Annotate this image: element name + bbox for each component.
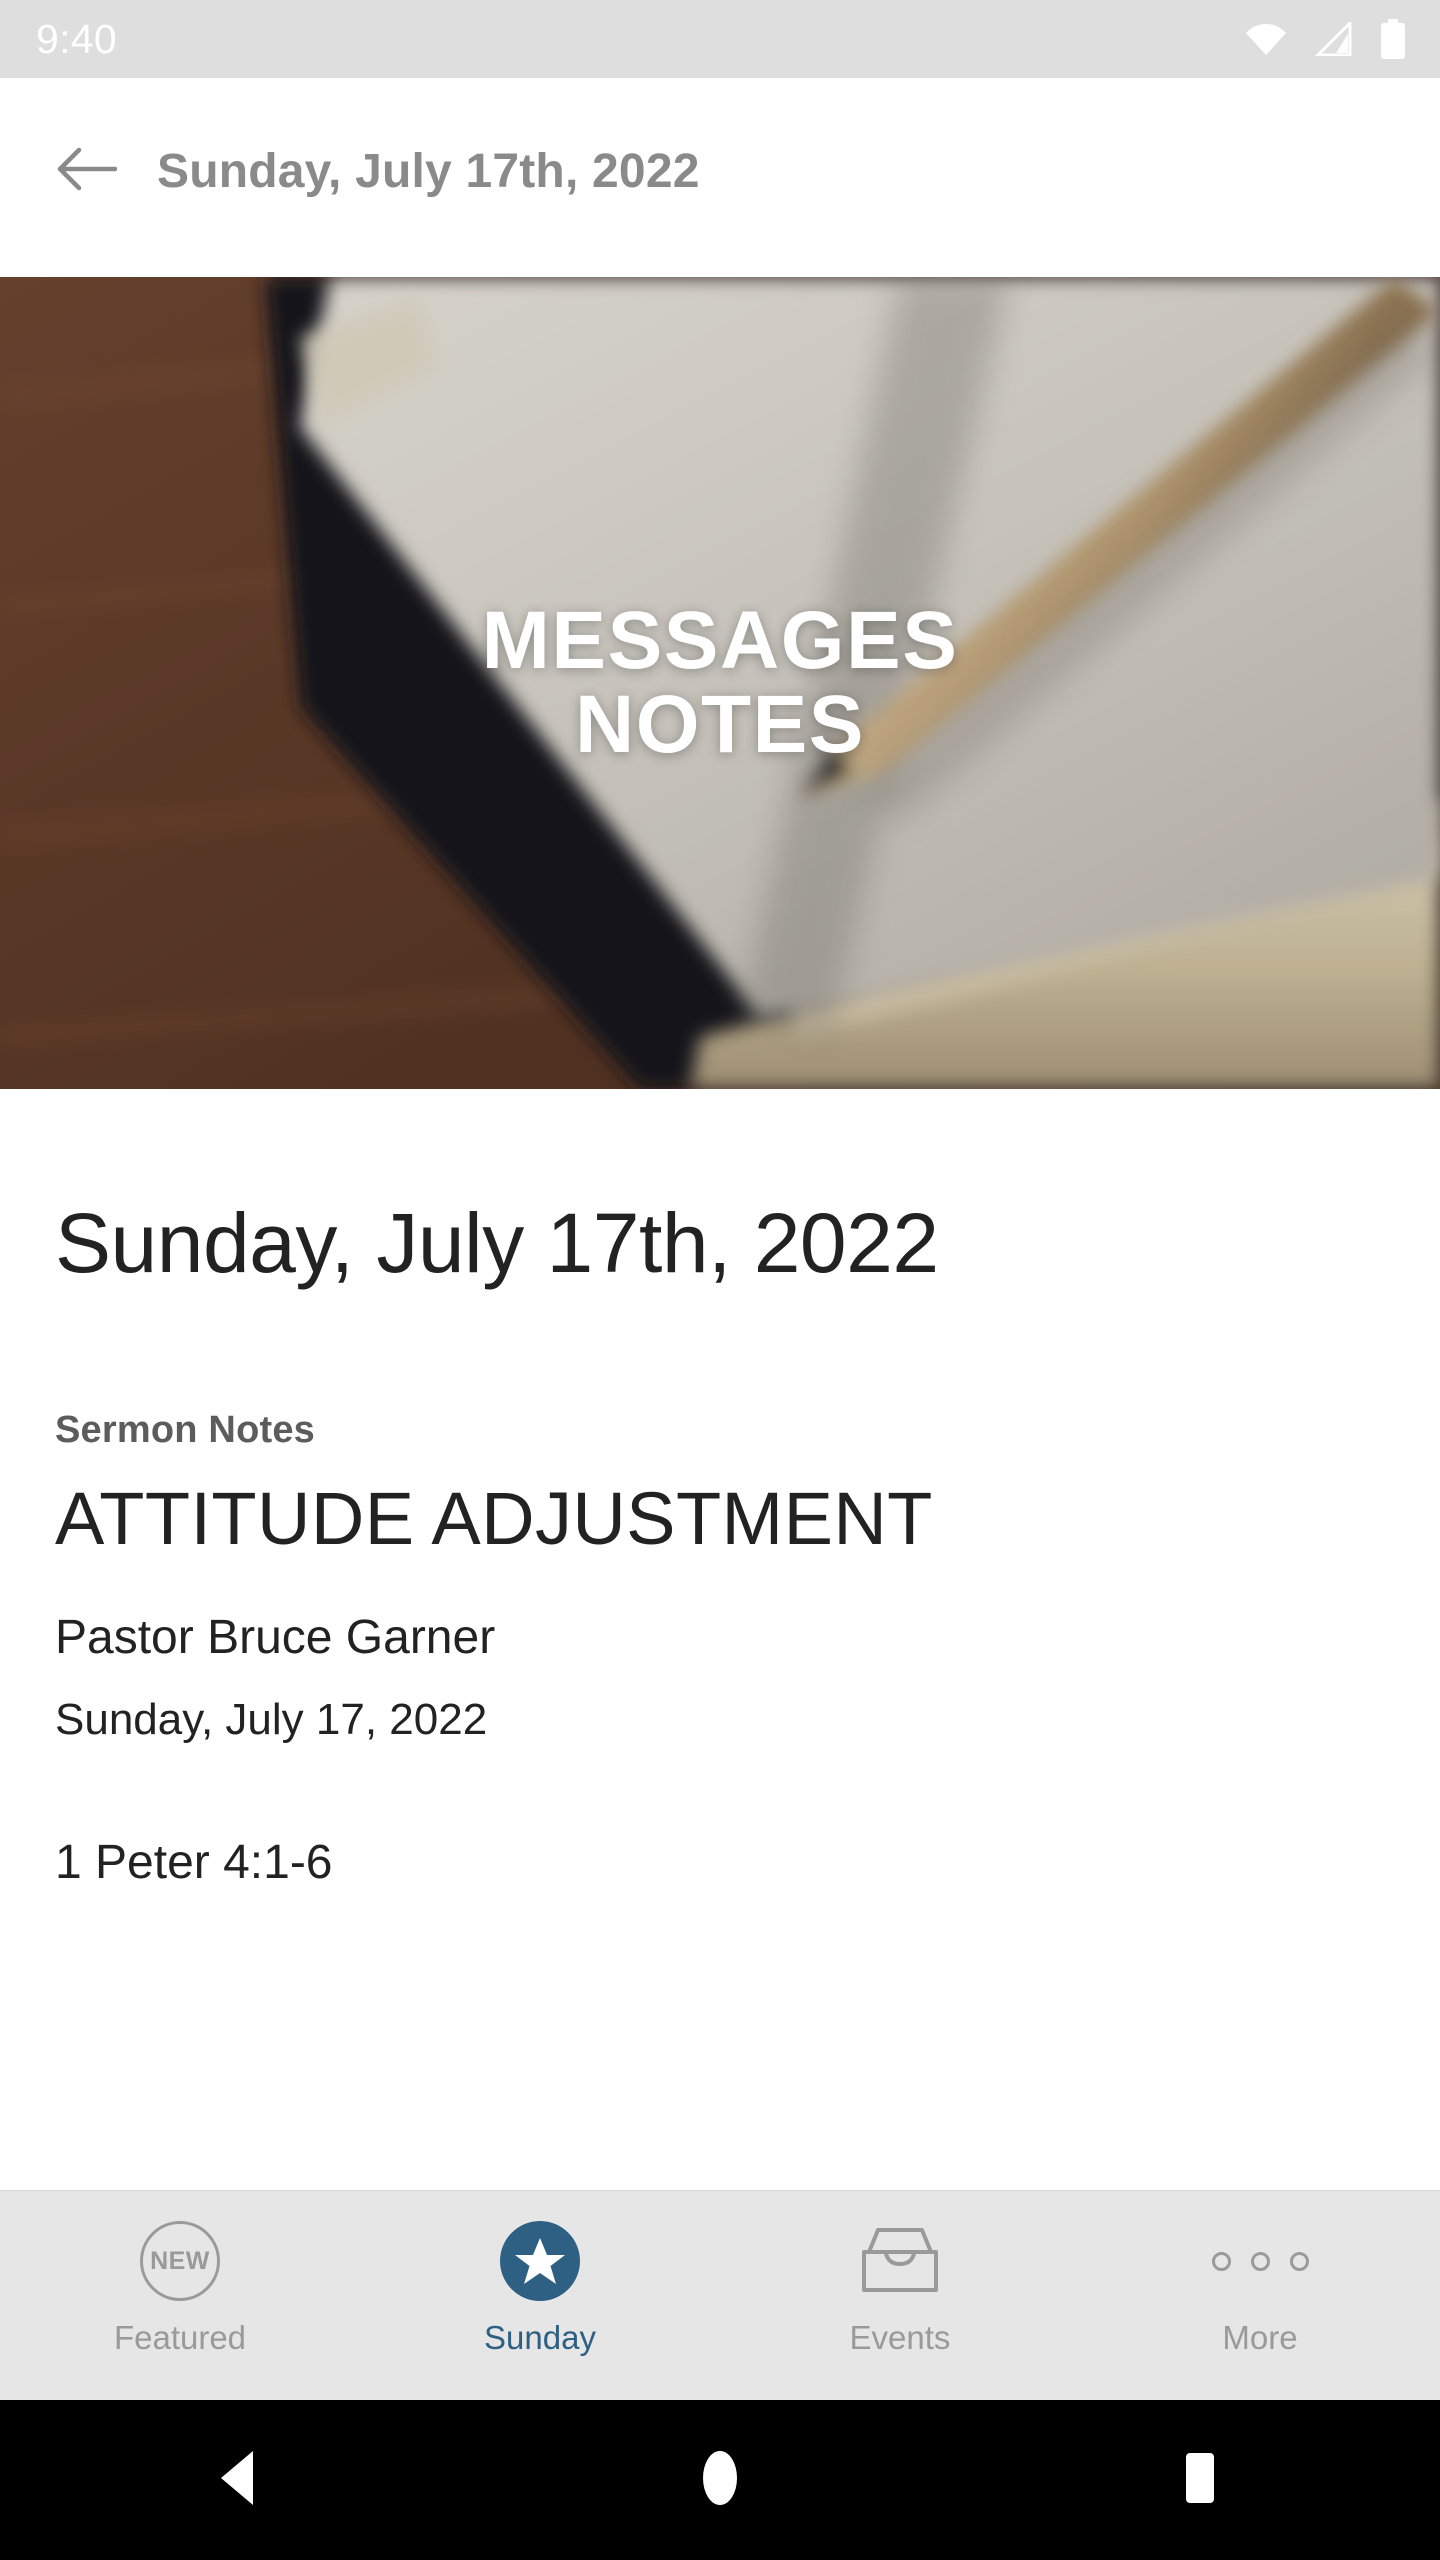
hero-title-line-2: NOTES <box>575 679 865 770</box>
tab-featured-label: Featured <box>113 2319 247 2356</box>
android-back-icon <box>213 2449 267 2512</box>
android-home-icon <box>691 2449 749 2512</box>
android-recents-button[interactable] <box>1120 2400 1280 2560</box>
tab-events[interactable]: Events <box>720 2191 1080 2400</box>
status-bar: 9:40 <box>0 0 1440 78</box>
new-badge-icon: NEW <box>140 2219 220 2303</box>
tab-more-label: More <box>1222 2319 1298 2356</box>
tab-events-label: Events <box>849 2319 951 2356</box>
hero-banner: MESSAGES NOTES <box>0 277 1440 1089</box>
android-recents-icon <box>1173 2449 1227 2512</box>
tab-sunday[interactable]: Sunday <box>360 2191 720 2400</box>
content-area: Sunday, July 17th, 2022 Sermon Notes ATT… <box>0 1089 1440 1890</box>
inbox-tray-icon <box>856 2219 944 2303</box>
back-button[interactable] <box>22 106 152 236</box>
dot-3 <box>1289 2251 1309 2271</box>
status-time: 9:40 <box>36 15 117 62</box>
status-icon-group <box>1244 19 1406 59</box>
tab-featured[interactable]: NEW Featured <box>0 2191 360 2400</box>
sermon-date: Sunday, July 17, 2022 <box>55 1694 488 1744</box>
android-navigation-bar <box>0 2400 1440 2560</box>
battery-icon <box>1380 19 1406 59</box>
android-home-button[interactable] <box>640 2400 800 2560</box>
sermon-scripture-reference: 1 Peter 4:1-6 <box>55 1835 333 1889</box>
content-title: Sunday, July 17th, 2022 <box>55 1196 939 1290</box>
app-screen: 9:40 Sunday, July 17th, 2022 MESSAGES NO… <box>0 0 1440 2560</box>
dot-1 <box>1211 2251 1231 2271</box>
sermon-speaker: Pastor Bruce Garner <box>55 1610 496 1664</box>
cellular-signal-icon <box>1314 22 1354 56</box>
sermon-title: ATTITUDE ADJUSTMENT <box>55 1477 933 1561</box>
wifi-icon <box>1244 22 1288 56</box>
hero-title-line-1: MESSAGES <box>481 594 959 686</box>
arrow-left-icon <box>57 146 118 197</box>
tab-more[interactable]: More <box>1080 2191 1440 2400</box>
android-back-button[interactable] <box>160 2400 320 2560</box>
app-header: Sunday, July 17th, 2022 <box>0 78 1440 264</box>
tab-sunday-label: Sunday <box>484 2319 596 2356</box>
bottom-tab-bar: NEW Featured Sunday Events More <box>0 2190 1440 2400</box>
new-badge-text: NEW <box>150 2246 210 2275</box>
star-icon <box>500 2219 580 2303</box>
dot-2 <box>1250 2251 1270 2271</box>
sermon-notes-label: Sermon Notes <box>55 1409 316 1452</box>
three-dots-icon <box>1211 2219 1309 2303</box>
page-title: Sunday, July 17th, 2022 <box>157 144 700 198</box>
hero-title-overlay: MESSAGES NOTES <box>0 277 1440 1089</box>
